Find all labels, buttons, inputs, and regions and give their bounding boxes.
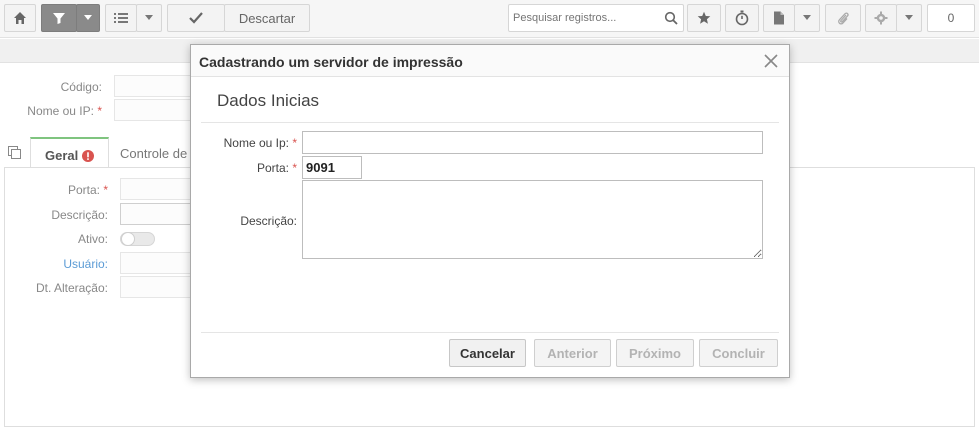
caret-down-icon: [803, 15, 811, 20]
required-mark: *: [103, 183, 108, 197]
report-dropdown-button[interactable]: [794, 4, 820, 32]
nome-ip-label-text: Nome ou Ip:: [223, 136, 289, 150]
porta-field[interactable]: [120, 178, 194, 200]
settings-button[interactable]: [865, 4, 897, 32]
home-icon: [14, 12, 26, 24]
footer-divider: [201, 332, 779, 333]
list-icon: [114, 13, 128, 23]
required-mark: *: [97, 104, 102, 118]
dialog-header: Cadastrando um servidor de impressão: [191, 45, 789, 77]
error-icon: [81, 150, 94, 162]
settings-dropdown-button[interactable]: [896, 4, 922, 32]
porta-label-text: Porta:: [256, 161, 289, 175]
porta-input[interactable]: [302, 156, 362, 179]
descricao-textarea[interactable]: [302, 180, 763, 259]
close-icon[interactable]: [763, 53, 779, 69]
codigo-label: Código:: [60, 80, 102, 94]
descricao-label: Descrição:: [240, 214, 297, 228]
usuario-field[interactable]: [120, 252, 194, 274]
report-button[interactable]: [763, 4, 795, 32]
check-icon: [189, 12, 203, 24]
search-icon[interactable]: [664, 11, 678, 25]
porta-label: Porta: *: [20, 183, 108, 197]
filter-button[interactable]: [41, 4, 77, 32]
required-mark: *: [292, 161, 297, 175]
toggle-knob: [121, 232, 135, 246]
section-title: Dados Inicias: [217, 91, 320, 110]
nome-ip-label: Nome ou Ip: *: [201, 136, 297, 150]
cancel-button[interactable]: Cancelar: [449, 339, 526, 367]
home-button[interactable]: [4, 4, 36, 32]
ativo-label: Ativo:: [77, 232, 108, 246]
porta-label: Porta: *: [201, 161, 297, 175]
search-input[interactable]: [509, 5, 657, 31]
nome-ip-label: Nome ou IP: *: [10, 104, 102, 118]
nome-ip-field[interactable]: [114, 99, 194, 121]
finish-button[interactable]: Concluir: [699, 339, 778, 367]
previous-button[interactable]: Anterior: [534, 339, 611, 367]
filter-icon: [53, 13, 65, 24]
document-icon: [774, 11, 784, 25]
search-box: [508, 4, 684, 32]
usuario-link[interactable]: Usuário:: [20, 257, 108, 271]
paperclip-icon: [838, 12, 849, 25]
attachment-button[interactable]: [825, 4, 861, 32]
dt-alteracao-field[interactable]: [120, 276, 194, 298]
ativo-toggle[interactable]: [120, 232, 155, 246]
divider: [201, 122, 779, 123]
tab-controle[interactable]: Controle de: [106, 137, 201, 168]
nome-ip-label-text: Nome ou IP:: [27, 104, 94, 118]
toolbar: Descartar 0: [0, 0, 979, 38]
caret-down-icon: [84, 15, 92, 20]
list-view-button[interactable]: [105, 4, 137, 32]
porta-label-text: Porta:: [67, 183, 100, 197]
discard-label: Descartar: [238, 10, 296, 26]
nome-ip-input[interactable]: [302, 131, 763, 154]
star-icon: [697, 11, 711, 24]
list-view-dropdown-button[interactable]: [136, 4, 162, 32]
required-mark: *: [292, 136, 297, 150]
record-counter: 0: [927, 4, 975, 32]
discard-button[interactable]: Descartar: [224, 4, 310, 32]
tab-geral-label: Geral: [45, 148, 79, 163]
filter-dropdown-button[interactable]: [76, 4, 100, 32]
dt-alteracao-label: Dt. Alteração:: [35, 281, 108, 295]
dialog-title: Cadastrando um servidor de impressão: [199, 54, 463, 70]
caret-down-icon: [145, 15, 153, 20]
tab-geral[interactable]: Geral: [30, 137, 109, 168]
favorite-button[interactable]: [687, 4, 721, 32]
caret-down-icon: [905, 15, 913, 20]
gear-icon: [874, 11, 888, 25]
codigo-field[interactable]: [114, 75, 194, 97]
timer-button[interactable]: [725, 4, 759, 32]
next-button[interactable]: Próximo: [616, 339, 694, 367]
stopwatch-icon: [735, 10, 749, 26]
descricao-field[interactable]: [120, 203, 194, 225]
descricao-label: Descrição:: [51, 208, 108, 222]
confirm-button[interactable]: [167, 4, 225, 32]
print-server-dialog: Cadastrando um servidor de impressão Dad…: [190, 44, 790, 378]
copy-icon[interactable]: [8, 146, 22, 160]
